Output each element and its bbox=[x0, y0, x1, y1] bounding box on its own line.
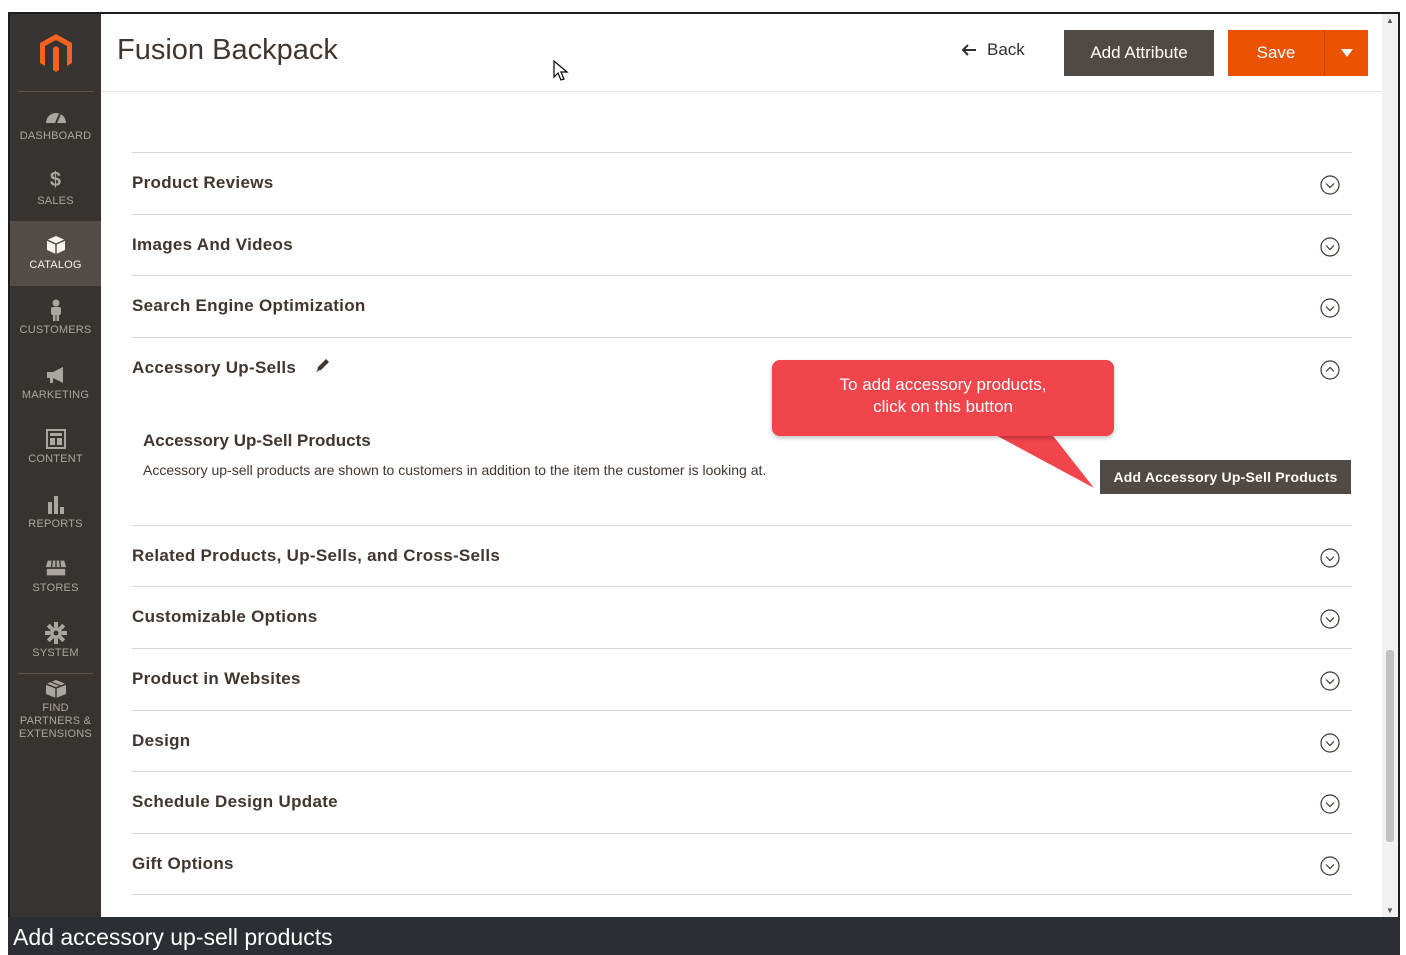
arrow-left-icon bbox=[961, 44, 976, 56]
section-title: Product Reviews bbox=[132, 173, 274, 192]
section-related-products[interactable]: Related Products, Up-Sells, and Cross-Se… bbox=[132, 524, 1352, 587]
nav-item-find-partners[interactable]: FIND PARTNERS & EXTENSIONS bbox=[10, 674, 101, 740]
add-accessory-up-sell-products-button[interactable]: Add Accessory Up-Sell Products bbox=[1100, 459, 1351, 494]
accessory-description: Accessory up-sell products are shown to … bbox=[143, 461, 767, 478]
video-caption: Add accessory up-sell products bbox=[8, 917, 1400, 955]
magento-logo[interactable] bbox=[18, 14, 93, 92]
admin-sidebar: DASHBOARD $ SALES CATALOG CUSTOMERS MARK… bbox=[10, 14, 101, 917]
section-accessory-up-sells: Accessory Up-Sells Accessory Up-Sell Pro… bbox=[132, 336, 1352, 525]
nav-item-reports[interactable]: REPORTS bbox=[10, 480, 101, 545]
chevron-down-icon bbox=[1320, 732, 1340, 753]
chevron-up-icon[interactable] bbox=[1320, 360, 1340, 380]
nav-item-customers[interactable]: CUSTOMERS bbox=[10, 286, 101, 351]
nav-label: CUSTOMERS bbox=[19, 324, 92, 337]
app-window: DASHBOARD $ SALES CATALOG CUSTOMERS MARK… bbox=[8, 12, 1400, 917]
chevron-down-icon bbox=[1320, 175, 1340, 195]
gauge-icon bbox=[45, 105, 67, 127]
section-customizable-options[interactable]: Customizable Options bbox=[132, 586, 1352, 648]
section-divider bbox=[132, 894, 1352, 896]
vertical-scrollbar[interactable]: ▲ ▼ bbox=[1382, 14, 1398, 917]
chevron-down-icon bbox=[1320, 794, 1340, 814]
section-title: Images And Videos bbox=[132, 234, 293, 254]
tutorial-callout: To add accessory products, click on this… bbox=[772, 360, 1114, 436]
nav-label: SYSTEM bbox=[32, 647, 79, 660]
chevron-down-icon bbox=[1320, 671, 1340, 691]
magento-logo-icon bbox=[39, 33, 72, 72]
callout-line-2: click on this button bbox=[873, 397, 1013, 416]
page-header: Fusion Backpack Back Add Attribute Save bbox=[101, 14, 1382, 92]
section-title: Related Products, Up-Sells, and Cross-Se… bbox=[132, 545, 501, 565]
section-title: Design bbox=[132, 730, 191, 750]
scrollbar-thumb[interactable] bbox=[1386, 650, 1394, 842]
callout-pointer bbox=[990, 432, 1094, 488]
cube-icon bbox=[45, 234, 67, 256]
section-title: Search Engine Optimization bbox=[132, 296, 366, 316]
section-search-engine-optimization[interactable]: Search Engine Optimization bbox=[132, 275, 1352, 337]
nav-label: REPORTS bbox=[28, 517, 83, 530]
nav-label: CATALOG bbox=[29, 259, 82, 272]
gear-icon bbox=[44, 622, 67, 645]
person-icon bbox=[45, 299, 67, 322]
add-attribute-button[interactable]: Add Attribute bbox=[1064, 30, 1214, 76]
section-schedule-design-update[interactable]: Schedule Design Update bbox=[132, 771, 1352, 833]
nav-label: SALES bbox=[37, 194, 74, 207]
nav-item-system[interactable]: SYSTEM bbox=[10, 609, 101, 674]
section-title[interactable]: Accessory Up-Sells bbox=[132, 358, 296, 378]
nav-label: CONTENT bbox=[28, 453, 83, 466]
callout-line-1: To add accessory products, bbox=[839, 375, 1047, 394]
chevron-down-icon bbox=[1320, 236, 1340, 257]
layout-icon bbox=[45, 428, 67, 450]
accessory-subtitle: Accessory Up-Sell Products bbox=[143, 430, 371, 450]
chevron-down-icon bbox=[1320, 609, 1340, 629]
bar-chart-icon bbox=[45, 493, 67, 515]
section-product-in-websites[interactable]: Product in Websites bbox=[132, 647, 1352, 710]
page-title: Fusion Backpack bbox=[117, 34, 338, 66]
section-images-and-videos[interactable]: Images And Videos bbox=[132, 213, 1352, 276]
back-button[interactable]: Back bbox=[961, 40, 1025, 60]
nav-item-dashboard[interactable]: DASHBOARD bbox=[10, 92, 101, 157]
nav-label: STORES bbox=[32, 582, 79, 595]
scroll-down-icon[interactable]: ▼ bbox=[1386, 906, 1394, 915]
section-design[interactable]: Design bbox=[132, 709, 1352, 772]
nav-item-marketing[interactable]: MARKETING bbox=[10, 350, 101, 415]
product-form-sections: Product Reviews Images And Videos Search… bbox=[132, 152, 1352, 896]
nav-item-catalog[interactable]: CATALOG bbox=[10, 221, 101, 286]
caret-down-icon bbox=[1340, 49, 1353, 57]
nav-label: MARKETING bbox=[21, 388, 90, 401]
nav-item-content[interactable]: CONTENT bbox=[10, 415, 101, 480]
pencil-icon[interactable] bbox=[314, 358, 330, 374]
megaphone-icon bbox=[45, 364, 67, 386]
mouse-cursor-icon bbox=[553, 60, 569, 81]
back-label: Back bbox=[987, 40, 1025, 59]
nav-label: DASHBOARD bbox=[19, 130, 92, 143]
chevron-down-icon bbox=[1320, 298, 1340, 318]
save-options-toggle[interactable] bbox=[1324, 30, 1368, 76]
dollar-icon: $ bbox=[49, 169, 62, 192]
scroll-up-icon[interactable]: ▲ bbox=[1386, 16, 1394, 25]
section-title: Gift Options bbox=[132, 853, 234, 873]
section-product-reviews[interactable]: Product Reviews bbox=[132, 152, 1352, 214]
section-title: Product in Websites bbox=[132, 668, 301, 688]
store-icon bbox=[45, 557, 67, 579]
section-title: Schedule Design Update bbox=[132, 792, 338, 812]
nav-label: FIND PARTNERS & EXTENSIONS bbox=[19, 701, 92, 740]
section-gift-options[interactable]: Gift Options bbox=[132, 832, 1352, 895]
box-icon bbox=[45, 679, 67, 699]
nav-item-stores[interactable]: STORES bbox=[10, 544, 101, 609]
chevron-down-icon bbox=[1320, 548, 1340, 568]
section-title: Customizable Options bbox=[132, 607, 318, 627]
save-button[interactable]: Save bbox=[1228, 30, 1324, 76]
chevron-down-icon bbox=[1320, 856, 1340, 876]
nav-item-sales[interactable]: $ SALES bbox=[10, 157, 101, 222]
